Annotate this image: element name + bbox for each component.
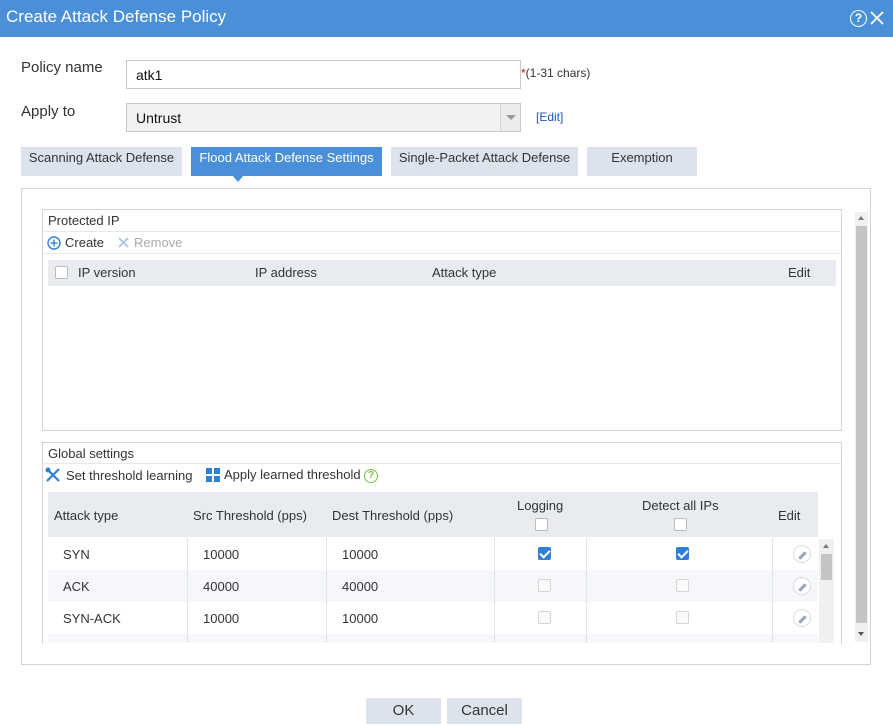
- global-settings-table-header: Attack type Src Threshold (pps) Dest Thr…: [48, 492, 818, 537]
- dialog-title: Create Attack Defense Policy: [6, 7, 227, 26]
- policy-name-input[interactable]: atk1: [126, 60, 521, 89]
- remove-label: Remove: [134, 235, 183, 250]
- tab-scanning-attack-defense[interactable]: Scanning Attack Defense: [21, 147, 182, 176]
- policy-name-hint-text: (1-31 chars): [525, 66, 591, 80]
- help-icon[interactable]: ?: [364, 469, 378, 483]
- edit-icon[interactable]: [793, 609, 811, 627]
- wrench-icon: [45, 467, 60, 482]
- chevron-down-icon[interactable]: [500, 104, 520, 131]
- edit-icon[interactable]: [793, 545, 811, 563]
- detect-all-ips-checkbox[interactable]: [676, 547, 689, 560]
- set-threshold-learning-button[interactable]: Set threshold learning: [45, 467, 192, 483]
- table-row[interactable]: SYN-ACK 10000 10000: [48, 602, 818, 634]
- attack-type-cell: SYN-ACK: [63, 611, 121, 626]
- table-scrollbar-thumb[interactable]: [821, 554, 832, 580]
- attack-type-cell: SYN: [63, 547, 90, 562]
- policy-name-hint: *(1-31 chars): [521, 66, 590, 80]
- remove-button[interactable]: Remove: [117, 235, 182, 250]
- create-label: Create: [65, 235, 105, 250]
- scroll-up-icon[interactable]: [858, 216, 864, 220]
- detect-all-ips-checkbox[interactable]: [676, 579, 689, 592]
- src-threshold-cell: 10000: [203, 547, 240, 562]
- column-src-threshold[interactable]: Src Threshold (pps): [193, 508, 307, 523]
- protected-ip-table-header: IP version IP address Attack type Edit: [48, 260, 836, 286]
- logging-checkbox[interactable]: [538, 547, 551, 560]
- divider: [43, 231, 841, 232]
- policy-name-label: Policy name: [21, 59, 103, 76]
- plus-circle-icon: [47, 235, 61, 250]
- divider: [43, 463, 841, 464]
- logging-checkbox[interactable]: [538, 579, 551, 592]
- dest-threshold-cell: 40000: [342, 579, 379, 594]
- attack-type-cell: ACK: [63, 579, 90, 594]
- ok-button[interactable]: OK: [366, 698, 441, 724]
- column-edit: Edit: [788, 265, 811, 280]
- panel-scrollbar[interactable]: [855, 212, 868, 642]
- table-row: [48, 634, 818, 643]
- table-row[interactable]: SYN 10000 10000: [48, 538, 818, 570]
- divider: [43, 253, 841, 254]
- global-settings-title: Global settings: [48, 446, 134, 461]
- apply-to-edit-link[interactable]: [Edit]: [536, 110, 563, 124]
- panel-scrollbar-thumb[interactable]: [856, 226, 867, 623]
- apply-learned-threshold-label: Apply learned threshold: [224, 467, 361, 482]
- logging-checkbox[interactable]: [538, 611, 551, 624]
- help-icon[interactable]: ?: [850, 10, 867, 27]
- logging-select-all-checkbox[interactable]: [535, 518, 548, 531]
- column-logging: Logging: [517, 498, 564, 513]
- dest-threshold-cell: 10000: [342, 611, 379, 626]
- detect-all-ips-checkbox[interactable]: [676, 611, 689, 624]
- column-divider: [494, 538, 495, 643]
- select-all-checkbox[interactable]: [55, 266, 68, 279]
- tab-flood-attack-defense-settings[interactable]: Flood Attack Defense Settings: [191, 147, 382, 182]
- column-divider: [772, 538, 773, 643]
- column-ip-address[interactable]: IP address: [255, 265, 317, 280]
- apply-to-label: Apply to: [21, 103, 76, 120]
- dialog-titlebar: Create Attack Defense Policy ?: [0, 0, 893, 37]
- tab-single-packet-attack-defense[interactable]: Single-Packet Attack Defense: [391, 147, 578, 176]
- apply-to-select[interactable]: Untrust: [126, 103, 521, 132]
- dest-threshold-cell: 10000: [342, 547, 379, 562]
- column-edit: Edit: [778, 508, 801, 523]
- detect-all-select-all-checkbox[interactable]: [674, 518, 687, 531]
- close-icon[interactable]: [868, 9, 886, 27]
- tab-exemption[interactable]: Exemption: [587, 147, 697, 176]
- column-dest-threshold[interactable]: Dest Threshold (pps): [332, 508, 453, 523]
- protected-ip-title: Protected IP: [48, 213, 120, 228]
- src-threshold-cell: 10000: [203, 611, 240, 626]
- column-divider: [187, 538, 188, 643]
- apply-learned-threshold-button[interactable]: Apply learned threshold: [206, 467, 361, 482]
- column-detect-all-ips: Detect all IPs: [642, 498, 719, 513]
- edit-icon[interactable]: [793, 577, 811, 595]
- grid-icon: [206, 467, 220, 482]
- remove-icon: [118, 237, 129, 248]
- src-threshold-cell: 40000: [203, 579, 240, 594]
- column-attack-type[interactable]: Attack type: [54, 508, 118, 523]
- column-divider: [586, 538, 587, 643]
- table-row[interactable]: ACK 40000 40000: [48, 570, 818, 602]
- column-attack-type[interactable]: Attack type: [432, 265, 496, 280]
- apply-to-value: Untrust: [136, 110, 182, 126]
- set-threshold-learning-label: Set threshold learning: [66, 467, 193, 483]
- column-ip-version[interactable]: IP version: [78, 265, 136, 280]
- create-button[interactable]: Create: [47, 235, 104, 250]
- cancel-button[interactable]: Cancel: [447, 698, 522, 724]
- scroll-down-icon[interactable]: [858, 632, 864, 636]
- scroll-up-icon[interactable]: [823, 544, 829, 548]
- column-divider: [326, 538, 327, 643]
- table-scrollbar[interactable]: [819, 539, 834, 643]
